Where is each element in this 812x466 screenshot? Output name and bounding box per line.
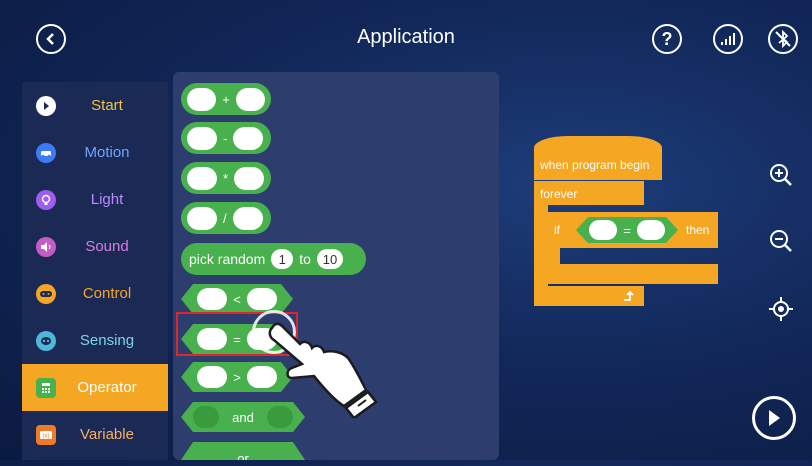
sensor-icon <box>36 330 56 351</box>
random-to-input[interactable]: 10 <box>316 249 343 269</box>
if-then-block[interactable]: if = then <box>548 212 718 248</box>
car-icon <box>36 142 56 163</box>
random-from-input[interactable]: 1 <box>271 249 294 269</box>
operand-slot[interactable] <box>197 366 227 388</box>
operand-slot[interactable] <box>187 206 217 230</box>
operator-symbol: > <box>233 369 241 385</box>
pointing-hand-icon <box>268 322 378 418</box>
if-bottom <box>548 264 718 284</box>
operand-slot[interactable] <box>197 288 227 310</box>
speaker-icon <box>36 236 56 257</box>
operand-slot[interactable] <box>193 406 219 428</box>
operand-slot[interactable] <box>234 166 265 190</box>
then-label: then <box>686 223 710 237</box>
zoom-in-icon[interactable] <box>768 162 794 188</box>
signal-icon <box>721 33 735 45</box>
subtract-block[interactable]: - <box>181 122 271 154</box>
category-label: Operator <box>77 379 137 396</box>
if-label: if <box>554 223 560 237</box>
operand-slot[interactable] <box>637 220 665 240</box>
variable-icon: (x) <box>36 424 56 445</box>
or-label: or <box>237 450 249 466</box>
category-label: Light <box>90 191 124 208</box>
operand-slot[interactable] <box>187 126 217 150</box>
gamepad-icon <box>36 283 56 304</box>
zoom-out-icon[interactable] <box>768 228 794 254</box>
center-target-icon[interactable] <box>768 296 794 322</box>
and-label: and <box>232 409 254 425</box>
category-label: Variable <box>80 426 134 443</box>
category-light[interactable]: Light <box>22 176 168 223</box>
hat-label: when program begin <box>540 158 650 172</box>
operand-slot[interactable] <box>247 288 277 310</box>
operator-symbol: + <box>222 91 230 107</box>
pick-random-label: pick random <box>189 251 266 267</box>
bluetooth-off-icon <box>775 30 791 48</box>
category-sidebar: Start Motion Light Sound Control Sensing… <box>22 82 168 460</box>
bulb-icon <box>36 189 56 210</box>
operand-slot[interactable] <box>187 166 217 190</box>
category-motion[interactable]: Motion <box>22 129 168 176</box>
if-left-arm <box>548 248 560 264</box>
category-label: Motion <box>84 144 130 161</box>
signal-button[interactable] <box>713 24 743 54</box>
category-label: Start <box>91 97 123 114</box>
forever-label: forever <box>540 187 578 201</box>
operator-symbol: / <box>223 210 227 226</box>
category-label: Sound <box>85 238 129 255</box>
forever-bottom <box>534 286 644 306</box>
calculator-icon <box>36 377 56 398</box>
help-icon: ? <box>661 28 673 49</box>
multiply-block[interactable]: * <box>181 162 271 194</box>
operand-slot[interactable] <box>187 87 217 111</box>
operand-slot[interactable] <box>589 220 617 240</box>
bluetooth-button[interactable] <box>768 24 798 54</box>
add-block[interactable]: + <box>181 83 271 115</box>
when-program-begin-block[interactable]: when program begin <box>534 136 662 180</box>
play-icon <box>36 95 56 116</box>
to-label: to <box>299 251 311 267</box>
play-icon <box>769 410 780 426</box>
category-sound[interactable]: Sound <box>22 223 168 270</box>
operator-symbol: - <box>223 130 228 146</box>
operand-slot[interactable] <box>233 126 264 150</box>
operator-symbol: < <box>233 291 241 307</box>
equals-condition[interactable]: = <box>576 217 678 243</box>
run-button[interactable] <box>752 396 796 440</box>
category-operator[interactable]: Operator <box>22 364 168 411</box>
operand-slot[interactable] <box>235 87 265 111</box>
help-button[interactable]: ? <box>652 24 682 54</box>
pick-random-block[interactable]: pick random 1 to 10 <box>181 243 366 275</box>
operand-slot[interactable] <box>232 206 263 230</box>
forever-block[interactable]: forever <box>534 181 644 205</box>
forever-left-arm <box>534 205 548 287</box>
category-label: Sensing <box>79 332 135 349</box>
category-variable[interactable]: (x) Variable <box>22 411 168 458</box>
operator-symbol: = <box>623 222 631 238</box>
svg-text:(x): (x) <box>43 433 50 439</box>
category-control[interactable]: Control <box>22 270 168 317</box>
category-start[interactable]: Start <box>22 82 168 129</box>
divide-block[interactable]: / <box>181 202 271 234</box>
page-title: Application <box>357 26 455 48</box>
script-stack[interactable]: when program begin forever if = then <box>534 136 718 306</box>
or-block[interactable]: or <box>181 442 305 460</box>
category-label: Control <box>82 285 132 302</box>
operator-symbol: * <box>223 170 229 186</box>
loop-arrow-icon <box>624 290 634 301</box>
category-sensing[interactable]: Sensing <box>22 317 168 364</box>
